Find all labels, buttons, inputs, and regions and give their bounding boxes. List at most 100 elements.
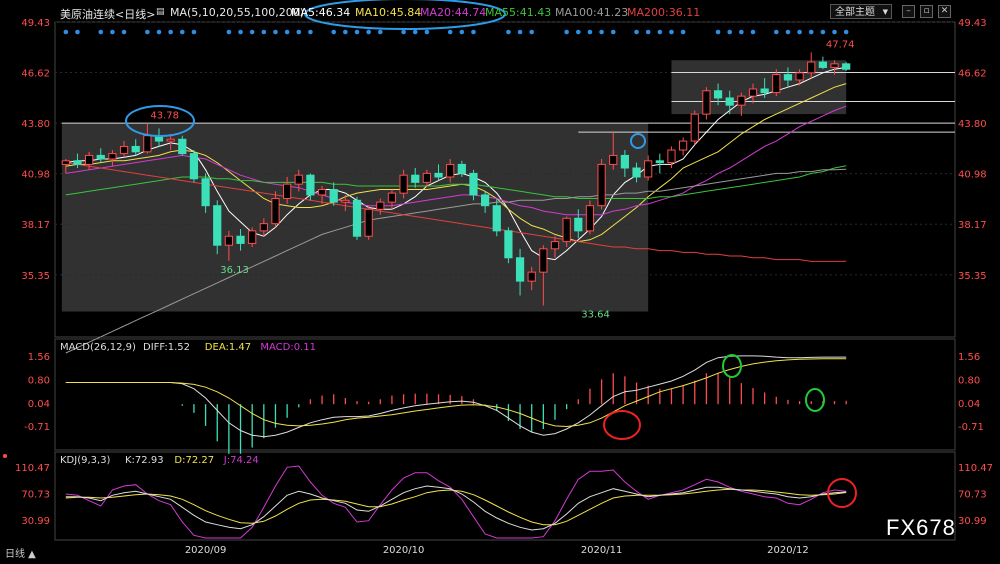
candle-body	[131, 145, 140, 153]
candle-body	[119, 145, 129, 155]
signal-dot	[808, 29, 814, 35]
signal-dot	[610, 29, 616, 35]
candle-body	[679, 140, 688, 151]
candle-body	[469, 172, 478, 196]
price-tick-label-right: 38.17	[958, 220, 987, 231]
signal-dot	[843, 29, 849, 35]
signal-dot	[669, 29, 674, 35]
signal-dot	[715, 29, 721, 35]
candle-body	[481, 194, 490, 207]
candle-body	[376, 201, 385, 210]
chart-canvas: 49.43 49.4346.62 46.6243.80 43.8040.98 40.98…	[3, 0, 993, 556]
candle-body	[737, 95, 746, 106]
candle-body	[550, 241, 560, 250]
signal-dot	[179, 29, 185, 35]
candle-body	[713, 90, 723, 99]
signal-dot	[168, 29, 173, 35]
candle-body	[329, 189, 338, 203]
signal-dot	[156, 29, 162, 35]
candle-body	[294, 174, 303, 185]
macd-tick-label-left: 1.56	[28, 352, 50, 363]
kdj-d-line	[65, 488, 847, 526]
candle-body	[96, 154, 105, 160]
price-tick-label-left: 35.35	[21, 271, 50, 282]
title-bar: 美原油连续 <日线> ▤ MA(5,10,20,55,100,200) MA5:…	[0, 0, 1000, 22]
candle-body	[457, 163, 466, 174]
candle-body	[189, 153, 199, 180]
candle-body	[527, 271, 536, 282]
candle-body	[213, 205, 222, 246]
signal-dot	[832, 29, 837, 35]
macd-tick-label-left: 0.80	[28, 375, 50, 386]
restore-icon[interactable]: ▫	[920, 5, 933, 18]
theme-select[interactable]: 全部主题 ▼	[830, 4, 892, 19]
minimize-icon[interactable]: –	[902, 5, 915, 18]
ma200-value: MA200:36.11	[627, 6, 701, 19]
signal-dot	[727, 29, 733, 35]
price-tick-label-left: 46.62	[21, 68, 50, 79]
close-icon[interactable]: ✕	[938, 5, 951, 18]
kdj-j-line	[65, 465, 847, 539]
macd-label: MACD(26,12,9)	[60, 342, 136, 353]
candle-body	[620, 154, 629, 169]
candle-body	[61, 160, 70, 165]
candle-body	[236, 235, 245, 244]
signal-dot	[785, 29, 791, 35]
signal-dot	[750, 29, 756, 35]
macd-panel-frame	[54, 338, 956, 451]
signal-dot	[63, 29, 69, 35]
candle-body	[702, 90, 711, 115]
candle-body	[306, 174, 315, 196]
signal-dot	[459, 29, 465, 35]
price-extreme-label: 33.64	[581, 310, 610, 321]
signal-dot	[75, 29, 80, 35]
macd-tick-label-right: 1.56	[958, 352, 980, 363]
signal-dot	[797, 29, 802, 35]
candle-body	[85, 154, 94, 165]
candle-body	[283, 183, 292, 200]
signal-dot	[587, 29, 593, 35]
price-extreme-label: 43.78	[150, 110, 179, 121]
candle-body	[609, 154, 618, 165]
kdj-tick-label-left: 30.99	[21, 516, 50, 527]
signal-dot	[238, 29, 243, 35]
candle-body	[166, 138, 175, 142]
period-switch[interactable]: 日线 ▲	[5, 545, 36, 560]
signal-dot	[820, 29, 826, 35]
signal-dot	[645, 29, 651, 35]
candle-body	[364, 208, 373, 237]
kdj-value: D:72.27	[174, 455, 214, 466]
candle-body	[259, 223, 268, 232]
ma100-value: MA100:41.23	[555, 6, 629, 19]
candle-body	[224, 235, 233, 246]
candle-body	[795, 72, 804, 81]
signal-dot	[599, 29, 604, 35]
ma-icon: ▤	[156, 7, 165, 17]
period-label[interactable]: <日线>	[115, 6, 155, 22]
candle-body	[446, 163, 455, 178]
signal-dot	[98, 29, 104, 35]
candle-body	[271, 198, 280, 225]
signal-dot	[575, 29, 581, 35]
signal-dot	[424, 29, 430, 35]
candle-body	[562, 217, 571, 243]
highlight-circle-red-macd	[603, 410, 641, 440]
candle-body	[667, 149, 676, 164]
price-extreme-label: 36.13	[220, 265, 249, 276]
signal-dot	[273, 29, 278, 35]
signal-dot	[308, 29, 313, 35]
candle-body	[632, 167, 641, 178]
watermark-logo: FX678	[886, 515, 956, 540]
candle-body	[352, 199, 362, 237]
candle-body	[842, 63, 851, 70]
signal-dot	[506, 29, 511, 35]
candle-body	[399, 174, 408, 194]
signal-dot	[680, 29, 686, 35]
signal-dot	[331, 29, 337, 35]
signal-dot	[366, 29, 371, 35]
signal-dot	[773, 29, 779, 35]
price-tick-label-right: 35.35	[958, 271, 987, 282]
signal-dot	[412, 29, 418, 35]
candle-body	[585, 205, 595, 232]
kdj-marker-dot	[3, 454, 7, 458]
